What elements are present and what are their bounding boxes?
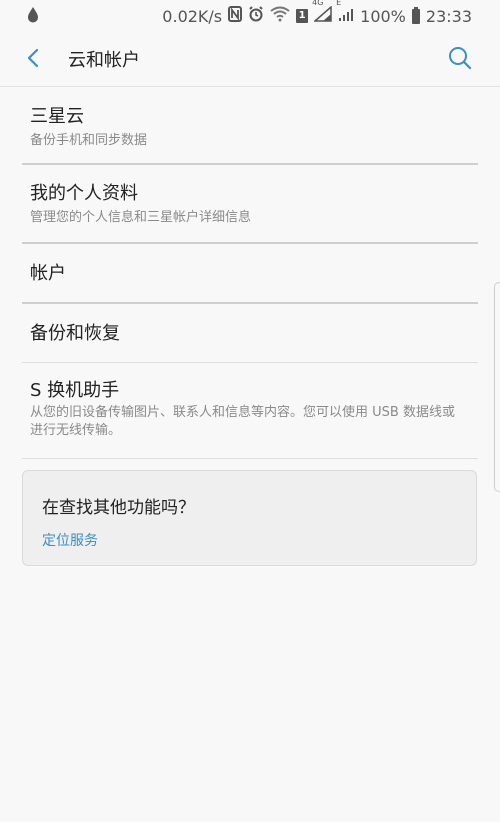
search-button[interactable] bbox=[446, 44, 474, 72]
battery-icon bbox=[411, 6, 420, 24]
clock: 23:33 bbox=[425, 6, 472, 26]
list-item-samsung-cloud[interactable]: 三星云 备份手机和同步数据 bbox=[0, 88, 500, 165]
divider bbox=[22, 458, 478, 459]
list-item-title: 我的个人资料 bbox=[30, 183, 138, 204]
settings-list: 三星云 备份手机和同步数据 我的个人资料 管理您的个人信息和三星帐户详细信息 帐… bbox=[0, 88, 500, 459]
back-button[interactable] bbox=[20, 44, 48, 72]
signal-edge-icon: E bbox=[336, 0, 354, 26]
scrollbar[interactable] bbox=[494, 282, 500, 492]
sim-1-icon: 1 bbox=[296, 9, 309, 23]
network-speed: 0.02K/s bbox=[162, 6, 223, 26]
app-bar: 云和帐户 bbox=[0, 32, 500, 87]
suggestion-question: 在查找其他功能吗？ bbox=[42, 498, 195, 518]
list-item-backup-restore[interactable]: 备份和恢复 bbox=[0, 304, 500, 363]
chevron-left-icon bbox=[27, 48, 39, 68]
nfc-icon bbox=[228, 6, 243, 26]
location-services-link[interactable]: 定位服务 bbox=[42, 530, 98, 550]
battery-percent: 100% bbox=[360, 6, 406, 26]
list-item-title: S 换机助手 bbox=[30, 380, 120, 401]
list-item-subtitle: 管理您的个人信息和三星帐户详细信息 bbox=[30, 210, 252, 225]
list-item-my-profile[interactable]: 我的个人资料 管理您的个人信息和三星帐户详细信息 bbox=[0, 165, 500, 244]
droplet-icon bbox=[28, 7, 38, 23]
list-item-title: 帐户 bbox=[30, 263, 66, 284]
list-item-subtitle: 备份手机和同步数据 bbox=[30, 133, 148, 148]
list-item-title: 三星云 bbox=[30, 106, 84, 127]
signal-4g-icon: 4G bbox=[312, 0, 332, 26]
list-item-accounts[interactable]: 帐户 bbox=[0, 244, 500, 304]
list-item-subtitle: 从您的旧设备传输图片、联系人和信息等内容。您可以使用 USB 数据线或进行无线传… bbox=[30, 405, 455, 438]
page-title: 云和帐户 bbox=[68, 50, 140, 71]
list-item-title: 备份和恢复 bbox=[30, 323, 120, 344]
status-bar: 0.02K/s 1 4G E 100% 23:33 bbox=[0, 0, 500, 32]
list-item-smart-switch[interactable]: S 换机助手 从您的旧设备传输图片、联系人和信息等内容。您可以使用 USB 数据… bbox=[0, 363, 500, 459]
wifi-icon bbox=[270, 6, 290, 26]
alarm-icon bbox=[248, 6, 264, 26]
suggestion-card: 在查找其他功能吗？ 定位服务 bbox=[22, 470, 477, 566]
search-icon bbox=[449, 47, 472, 70]
